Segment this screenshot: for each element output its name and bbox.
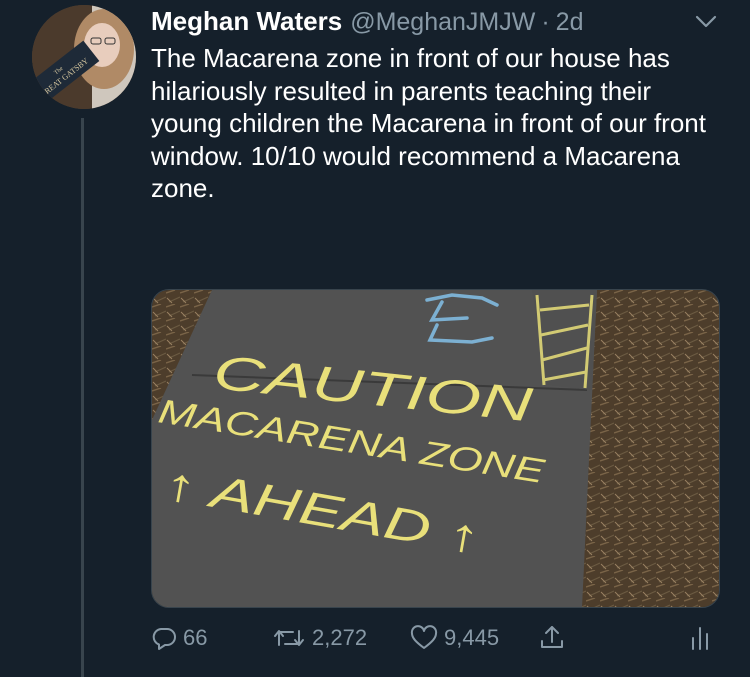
reply-count: 66 <box>183 625 208 650</box>
tweet-image[interactable]: CAUTION MACARENA ZONE ↑ AHEAD ↑ <box>151 289 720 608</box>
tweet-header: Meghan Waters @MeghanJMJW · 2d <box>151 6 583 42</box>
timestamp[interactable]: 2d <box>556 8 584 37</box>
author-handle[interactable]: @MeghanJMJW <box>350 8 535 37</box>
avatar-photo: The GREAT GATSBY <box>32 5 136 109</box>
tweet-text: The Macarena zone in front of our house … <box>151 43 706 203</box>
analytics-icon <box>692 627 708 650</box>
like-button[interactable]: 9,445 <box>410 618 499 658</box>
sidewalk-chalk-photo: CAUTION MACARENA ZONE ↑ AHEAD ↑ <box>152 290 719 607</box>
share-button[interactable] <box>539 618 571 658</box>
chevron-down-icon[interactable] <box>694 14 718 30</box>
heart-icon <box>410 625 438 649</box>
retweet-button[interactable]: 2,272 <box>272 618 367 658</box>
retweet-icon <box>274 630 304 646</box>
reply-button[interactable]: 66 <box>151 618 207 658</box>
avatar[interactable]: The GREAT GATSBY <box>32 5 136 109</box>
reply-icon <box>152 628 176 650</box>
retweet-count: 2,272 <box>312 625 368 650</box>
share-icon <box>541 626 563 648</box>
separator-dot: · <box>541 8 550 36</box>
tweet-actions: 66 2,272 9,445 <box>151 618 721 658</box>
analytics-button[interactable] <box>689 618 717 658</box>
author-name[interactable]: Meghan Waters <box>151 6 342 37</box>
like-count: 9,445 <box>444 625 500 650</box>
thread-line <box>81 118 84 677</box>
